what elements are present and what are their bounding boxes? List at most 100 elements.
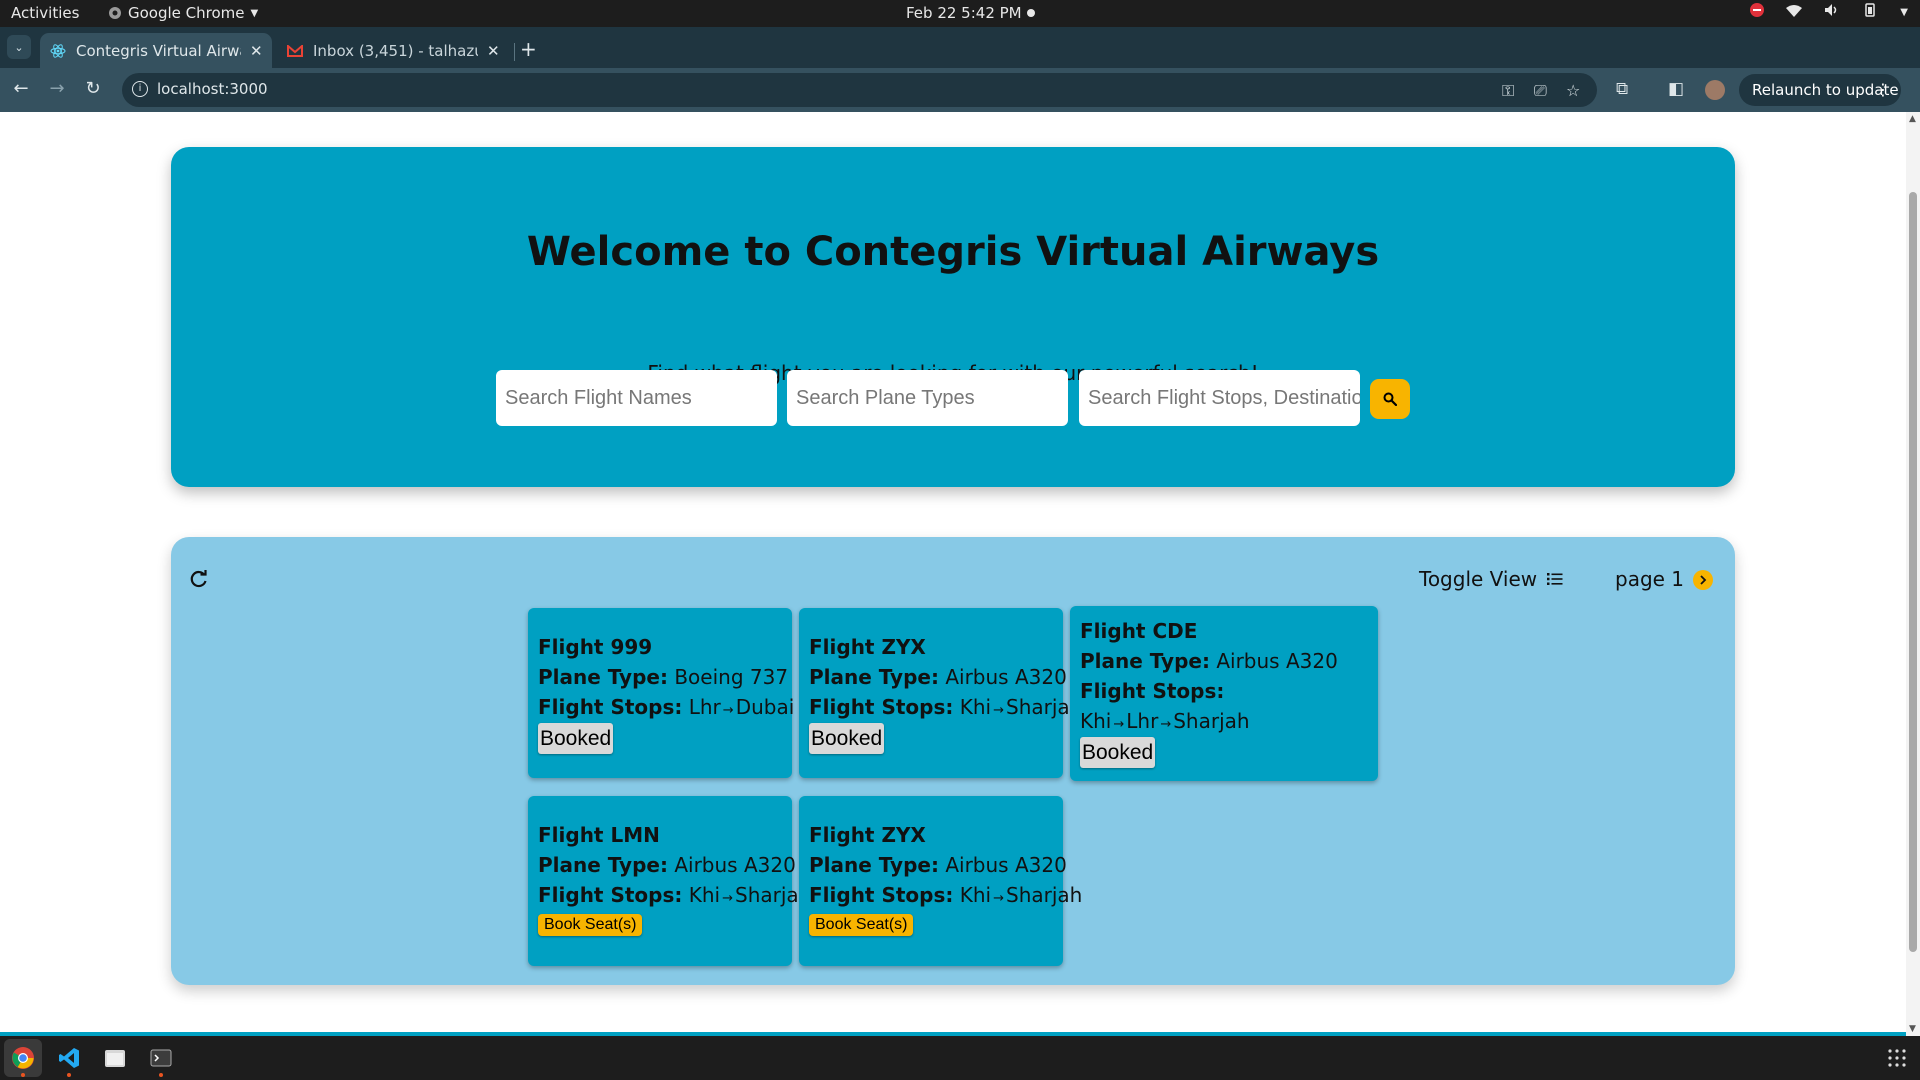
scroll-down-arrow-icon[interactable]: ▼: [1909, 1024, 1916, 1034]
stop: Sharjah: [1173, 709, 1250, 733]
stop: Lhr: [688, 695, 721, 719]
arrow-right-icon: →: [722, 703, 734, 718]
plane-type-label: Plane Type:: [538, 853, 668, 877]
terminal-icon: [150, 1049, 172, 1067]
caret-down-icon: ▼: [250, 7, 259, 19]
page-scrollbar[interactable]: ▲ ▼: [1906, 112, 1920, 1036]
search-button[interactable]: [1370, 379, 1410, 419]
address-bar[interactable]: i localhost:3000 ⚿ ⎚ ☆: [122, 73, 1597, 107]
plane-type-value: Airbus A320: [945, 665, 1067, 689]
arrow-right-icon: →: [993, 703, 1004, 718]
close-tab-icon[interactable]: ✕: [487, 42, 500, 60]
browser-toolbar: ← → ↻ i localhost:3000 ⚿ ⎚ ☆ ⧉ ◧ Relaunc…: [0, 68, 1920, 112]
kebab-menu-icon[interactable]: ⋮: [1875, 80, 1891, 99]
next-page-button[interactable]: [1693, 570, 1713, 590]
url-text[interactable]: localhost:3000: [157, 80, 268, 98]
plane-type-value: Airbus A320: [945, 853, 1067, 877]
book-seats-button[interactable]: Book Seat(s): [809, 914, 914, 936]
site-info-icon[interactable]: i: [132, 81, 148, 97]
power-menu-caret-icon: ▼: [1900, 6, 1908, 18]
do-not-disturb-icon: [1750, 3, 1765, 21]
dock-chrome[interactable]: [4, 1039, 42, 1077]
stop: Dubai: [735, 695, 795, 719]
close-tab-icon[interactable]: ✕: [250, 42, 263, 60]
toggle-view-button[interactable]: Toggle View: [1419, 567, 1563, 591]
notification-dot-icon: [1027, 9, 1035, 17]
plane-type-label: Plane Type:: [1080, 649, 1210, 673]
plane-type-value: Airbus A320: [1216, 649, 1338, 673]
hero-banner: Welcome to Contegris Virtual Airways Fin…: [171, 147, 1735, 487]
booked-badge: Booked: [1080, 737, 1156, 768]
flight-stops-label: Flight Stops:: [809, 695, 954, 719]
password-key-icon[interactable]: ⚿: [1502, 81, 1514, 101]
refresh-icon[interactable]: [188, 568, 210, 590]
side-panel-icon[interactable]: ◧: [1668, 79, 1684, 99]
dock-vscode[interactable]: [50, 1039, 88, 1077]
tab-gmail[interactable]: Inbox (3,451) - talhazubair ✕: [277, 33, 507, 68]
page-viewport: Welcome to Contegris Virtual Airways Fin…: [0, 112, 1920, 1036]
tab-contegris[interactable]: Contegris Virtual Airways ✕: [40, 33, 272, 68]
scrollbar-thumb[interactable]: [1909, 192, 1917, 952]
profile-avatar[interactable]: [1705, 80, 1725, 100]
flight-card: Flight CDE Plane Type: Airbus A320 Fligh…: [1070, 606, 1378, 781]
flight-name: Flight LMN: [538, 823, 660, 847]
flight-stops-label: Flight Stops:: [538, 695, 683, 719]
forward-arrow-icon[interactable]: →: [45, 78, 69, 99]
scroll-up-arrow-icon[interactable]: ▲: [1909, 114, 1916, 124]
back-arrow-icon[interactable]: ←: [9, 78, 33, 99]
arrow-right-icon: →: [722, 891, 733, 906]
book-seats-button[interactable]: Book Seat(s): [538, 914, 643, 936]
relaunch-update-button[interactable]: Relaunch to update ⋮: [1739, 74, 1901, 106]
running-indicator: [159, 1073, 163, 1077]
reload-icon[interactable]: ↻: [81, 78, 105, 99]
system-tray[interactable]: ▼: [1750, 3, 1908, 21]
plane-type-value: Boeing 737: [674, 665, 789, 689]
wifi-icon: [1786, 3, 1803, 21]
dock-terminal[interactable]: [142, 1039, 180, 1077]
bookmark-star-icon[interactable]: ☆: [1566, 81, 1580, 100]
flight-stops-label: Flight Stops:: [809, 883, 954, 907]
chevron-down-icon: ⌄: [14, 40, 24, 54]
chrome-icon: [12, 1047, 34, 1069]
new-tab-plus-icon[interactable]: +: [520, 37, 537, 61]
flight-name: Flight ZYX: [809, 635, 926, 659]
flight-card: Flight ZYX Plane Type: Airbus A320 Fligh…: [799, 608, 1082, 778]
flight-stops-label: Flight Stops:: [1080, 679, 1225, 703]
flight-name-search-input[interactable]: [496, 370, 777, 426]
stop: Khi: [1080, 709, 1112, 733]
flight-card: Flight 999 Plane Type: Boeing 737 Flight…: [528, 608, 795, 778]
flight-name: Flight CDE: [1080, 619, 1198, 643]
app-menu[interactable]: Google Chrome ▼: [108, 4, 258, 22]
taskbar-dock: [0, 1036, 1920, 1080]
install-app-icon[interactable]: ⎚: [1534, 81, 1547, 101]
flight-stops-label: Flight Stops:: [538, 883, 683, 907]
activities-button[interactable]: Activities: [11, 4, 79, 22]
plane-type-label: Plane Type:: [809, 665, 939, 689]
chevron-right-icon: [1700, 575, 1707, 585]
flight-stops-search-input[interactable]: [1079, 370, 1360, 426]
plane-type-search-input[interactable]: [787, 370, 1068, 426]
plane-type-label: Plane Type:: [538, 665, 668, 689]
flight-name: Flight ZYX: [809, 823, 926, 847]
booked-badge: Booked: [809, 723, 885, 754]
clock[interactable]: Feb 22 5:42 PM: [906, 4, 1022, 22]
arrow-right-icon: →: [1113, 717, 1125, 732]
list-icon: [1547, 573, 1563, 585]
booked-badge: Booked: [538, 723, 614, 754]
stop: Khi: [959, 883, 992, 907]
browser-tab-strip: ⌄ Contegris Virtual Airways ✕ Inbox (3,4…: [0, 27, 1920, 68]
tab-search-button[interactable]: ⌄: [7, 35, 31, 59]
show-apps-grid-icon[interactable]: [1887, 1048, 1907, 1068]
stop: Sharjah: [1006, 883, 1083, 907]
system-top-bar: Activities Google Chrome ▼ Feb 22 5:42 P…: [0, 0, 1920, 27]
extensions-puzzle-icon[interactable]: ⧉: [1616, 79, 1628, 99]
battery-icon: [1862, 3, 1878, 21]
flight-name: Flight 999: [538, 635, 653, 659]
arrow-right-icon: →: [1160, 717, 1172, 732]
running-indicator: [21, 1073, 25, 1077]
tab-title: Contegris Virtual Airways: [76, 41, 241, 60]
running-indicator: [67, 1073, 71, 1077]
arrow-right-icon: →: [993, 891, 1004, 906]
search-icon: [1383, 392, 1397, 406]
dock-files[interactable]: [96, 1039, 134, 1077]
